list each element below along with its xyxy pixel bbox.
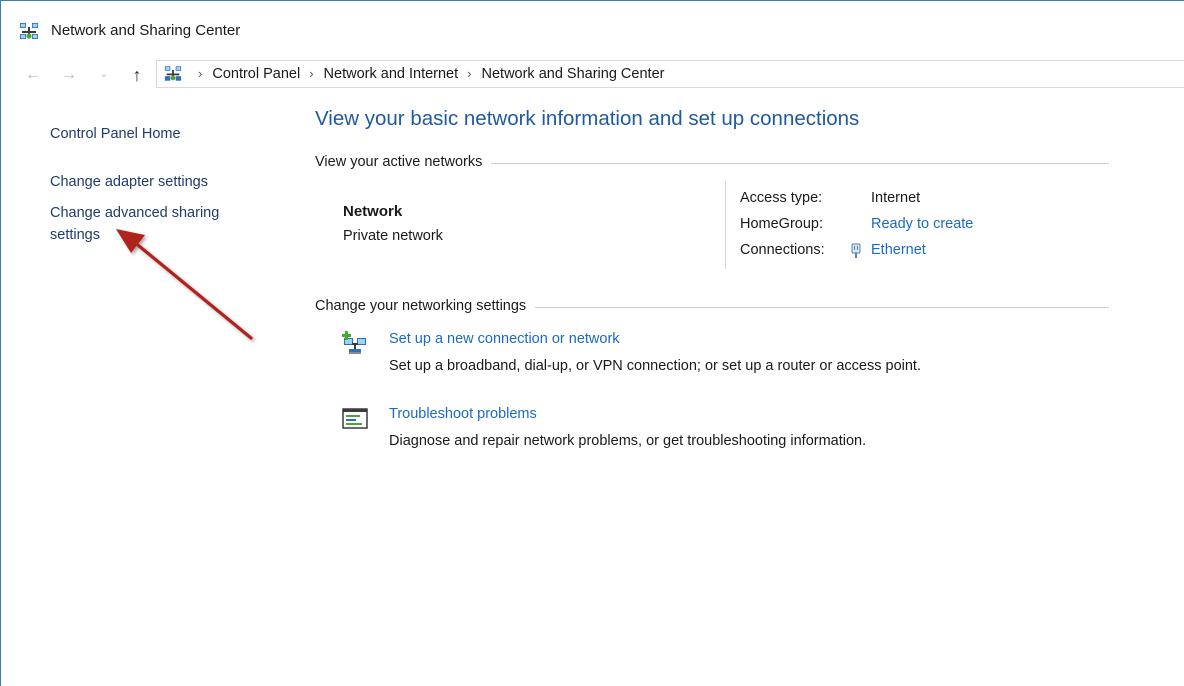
navigation-bar: ← → ⌄ ↑ › Control Panel › Network and Inter… [1, 59, 1184, 91]
vertical-divider [725, 181, 726, 269]
forward-button[interactable]: → [59, 64, 79, 86]
breadcrumb: › Control Panel › Network and Internet › Netw… [189, 66, 664, 82]
network-type: Private network [343, 228, 443, 244]
access-type-label: Access type: [740, 190, 823, 206]
networking-settings-header: Change your networking settings [315, 297, 1109, 317]
breadcrumb-control-panel[interactable]: Control Panel [212, 66, 300, 82]
network-center-icon [20, 23, 38, 39]
back-button[interactable]: ← [23, 64, 43, 86]
troubleshoot-problems-link[interactable]: Troubleshoot problems [389, 406, 537, 422]
title-bar[interactable]: Network and Sharing Center [1, 1, 1184, 59]
sidebar-item-change-advanced-sharing-settings[interactable]: Change advanced sharing settings [50, 202, 250, 246]
setup-new-connection-description: Set up a broadband, dial-up, or VPN conn… [389, 358, 921, 374]
breadcrumb-separator: › [309, 66, 314, 81]
new-connection-icon [342, 331, 366, 354]
homegroup-link[interactable]: Ready to create [871, 216, 973, 232]
breadcrumb-network-and-sharing-center[interactable]: Network and Sharing Center [482, 66, 665, 82]
window-title: Network and Sharing Center [51, 22, 241, 39]
breadcrumb-separator: › [198, 66, 203, 81]
homegroup-label: HomeGroup: [740, 216, 824, 232]
breadcrumb-separator: › [467, 66, 472, 81]
breadcrumb-network-and-internet[interactable]: Network and Internet [324, 66, 459, 82]
troubleshoot-icon [342, 408, 368, 429]
network-name: Network [343, 203, 403, 220]
address-bar[interactable]: › Control Panel › Network and Internet › Netw… [156, 60, 1184, 88]
recent-locations-button[interactable]: ⌄ [97, 64, 111, 86]
page-title: View your basic network information and … [315, 107, 860, 130]
active-networks-heading: View your active networks [315, 154, 492, 170]
sidebar-item-change-adapter-settings[interactable]: Change adapter settings [50, 171, 260, 193]
troubleshoot-problems-description: Diagnose and repair network problems, or… [389, 433, 867, 449]
up-button[interactable]: ↑ [127, 64, 147, 86]
active-networks-header: View your active networks [315, 153, 1109, 173]
ethernet-icon [851, 243, 861, 258]
networking-settings-heading: Change your networking settings [315, 298, 536, 314]
sidebar-item-control-panel-home[interactable]: Control Panel Home [50, 123, 260, 145]
access-type-value: Internet [871, 190, 921, 206]
window: Network and Sharing Center ← → ⌄ ↑ › Cont… [0, 0, 1184, 686]
network-center-icon [164, 66, 182, 81]
ethernet-link[interactable]: Ethernet [871, 242, 926, 258]
connections-label: Connections: [740, 242, 825, 258]
setup-new-connection-link[interactable]: Set up a new connection or network [389, 331, 620, 347]
